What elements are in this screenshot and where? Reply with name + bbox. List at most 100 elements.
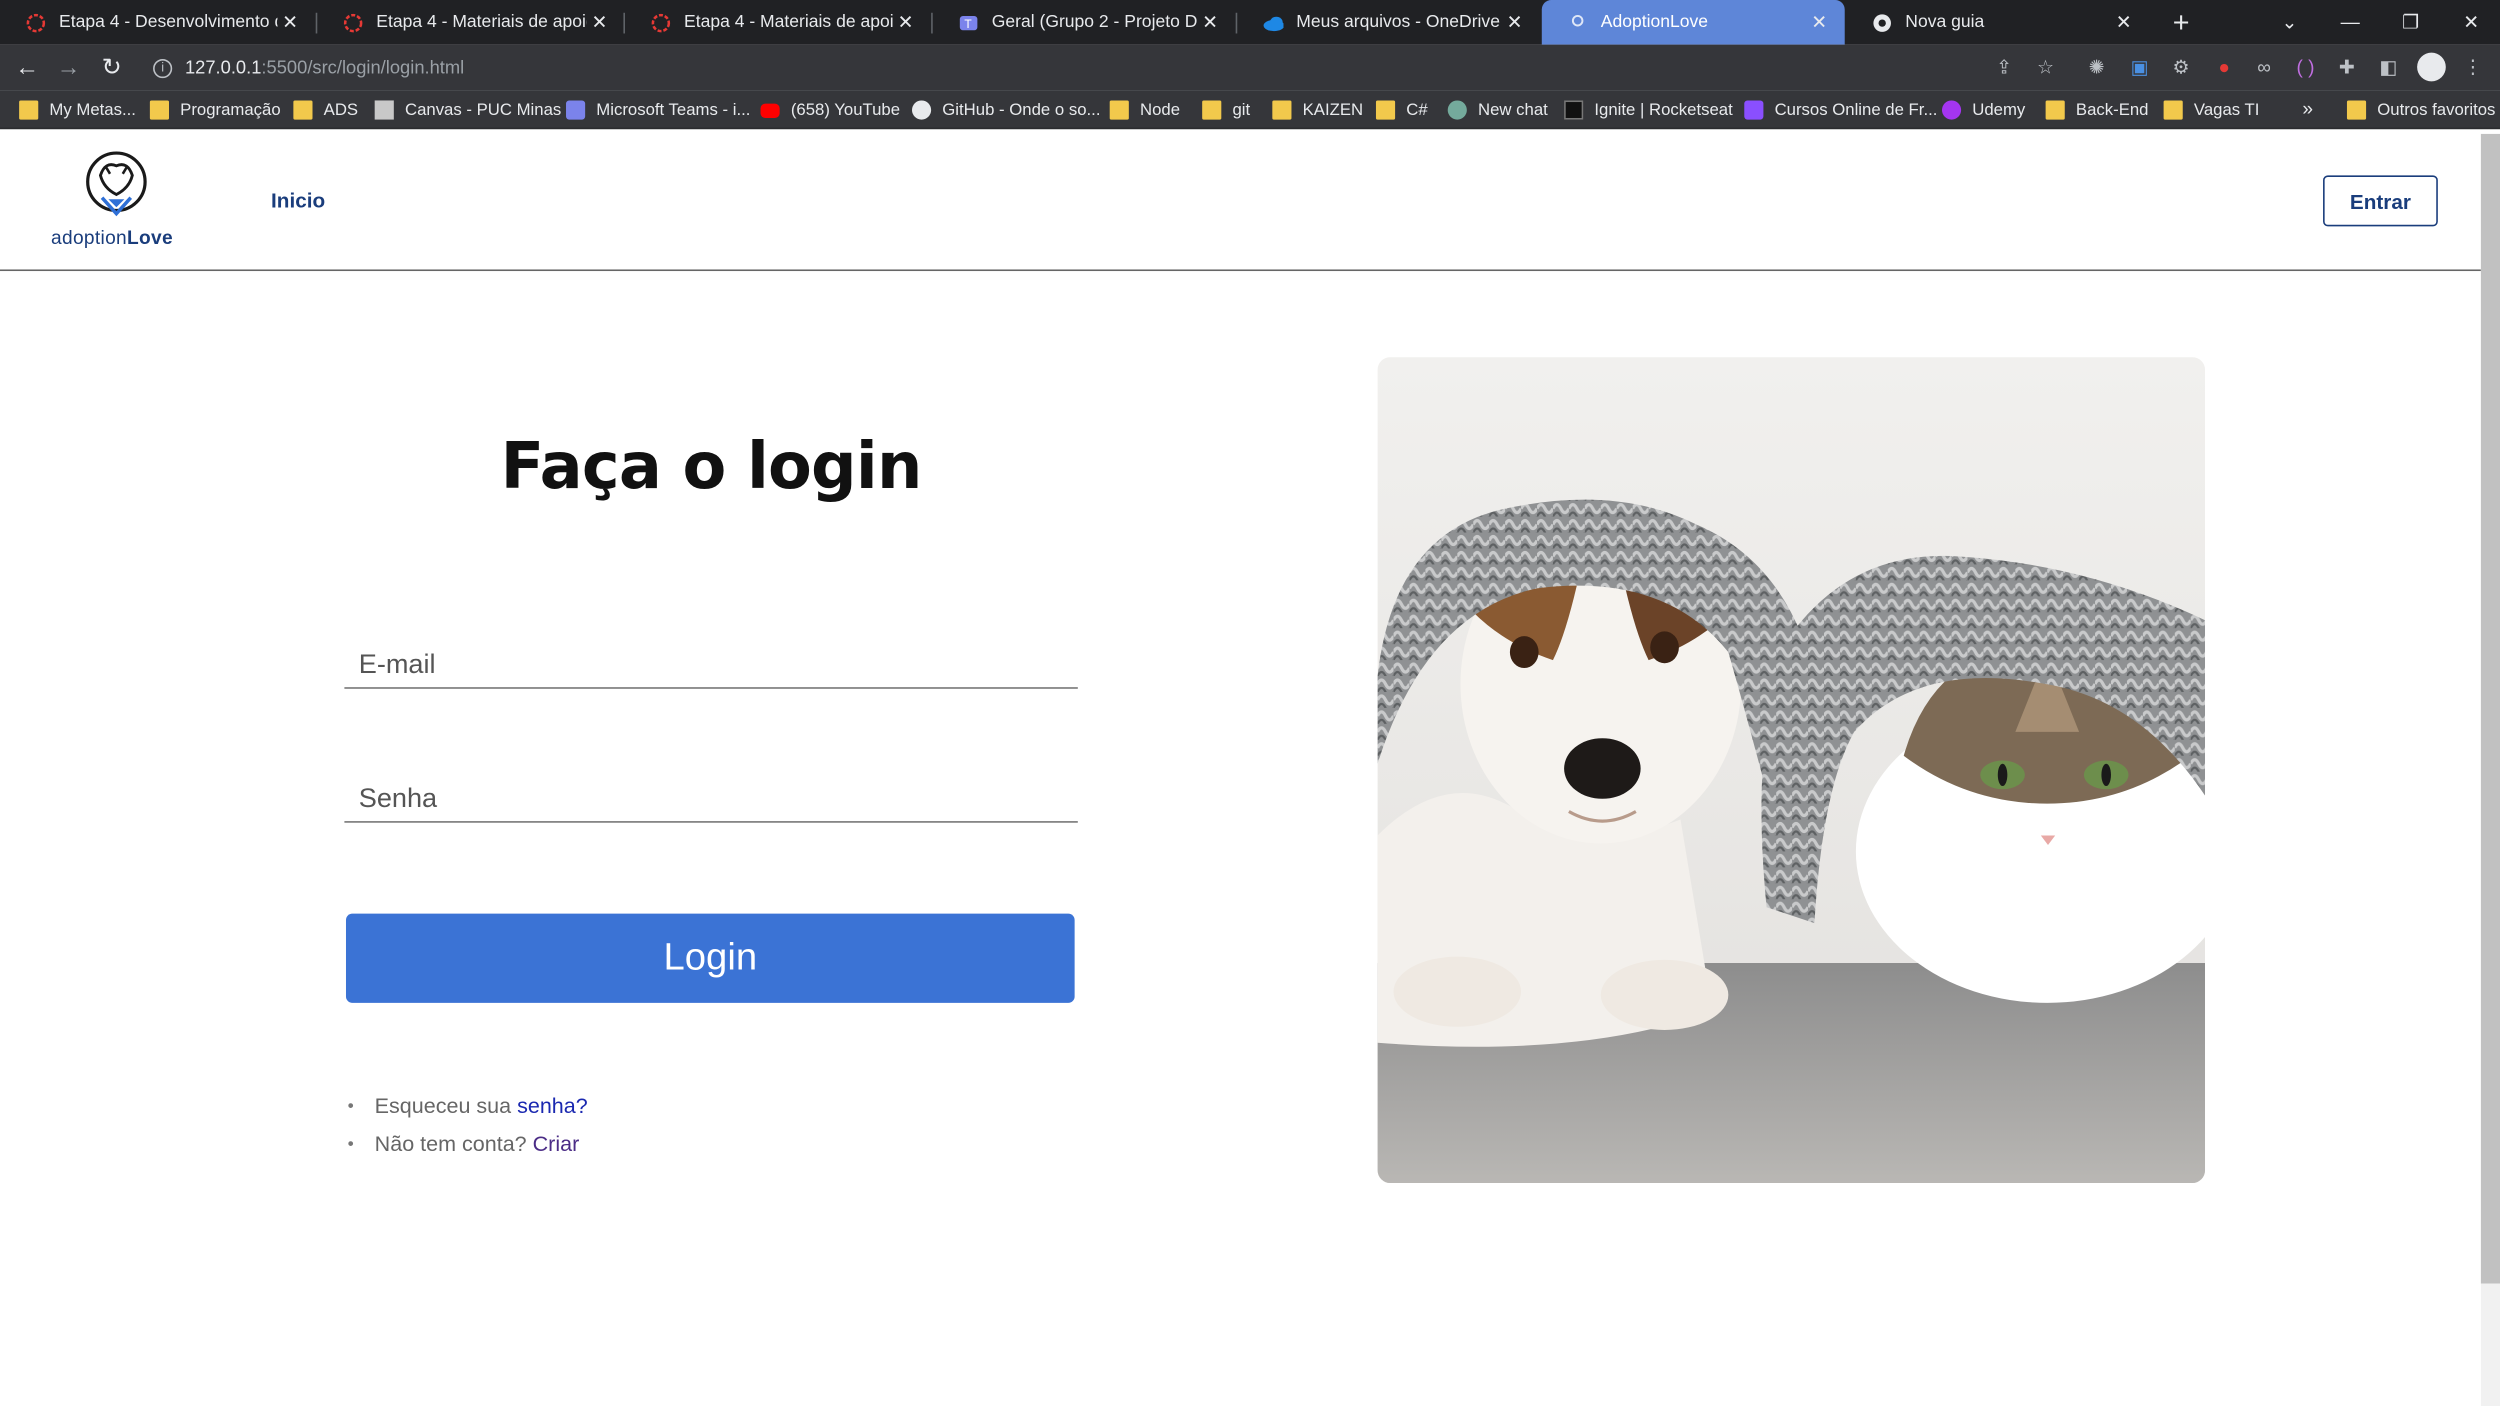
new-tab-button[interactable]: + [2165,6,2197,38]
menu-kebab-icon[interactable]: ⋮ [2462,56,2484,78]
folder-icon [19,100,39,120]
side-panel-icon[interactable]: ◧ [2377,56,2399,78]
password-field[interactable] [344,774,1078,823]
dog-and-cat-photo [1377,357,2206,1184]
chrome-icon [1872,12,1893,33]
svg-text:T: T [964,17,972,30]
browser-tab[interactable]: Etapa 4 - Desenvolvimento da so ✕ [0,0,316,45]
bookmark-item[interactable]: Programação [149,97,281,123]
forgot-password-link[interactable]: senha? [517,1094,588,1118]
onedrive-icon [1263,12,1284,33]
email-field[interactable] [344,640,1078,689]
bookmark-item[interactable]: ADS [293,97,358,123]
bookmark-item[interactable]: Vagas TI [2163,97,2259,123]
folder-icon [2163,100,2183,120]
close-tab-icon[interactable]: ✕ [1502,11,1528,33]
bookmark-item[interactable]: Node [1109,97,1180,123]
translate-icon[interactable]: ▣ [2129,56,2151,78]
bookmark-item[interactable]: Ignite | Rocketseat [1564,97,1733,123]
puc-ring-icon [26,12,47,33]
login-button[interactable]: Login [345,913,1075,1003]
tab-search-icon[interactable]: ⌄ [2261,0,2318,45]
browser-tab-bar: Etapa 4 - Desenvolvimento da so ✕ Etapa … [0,0,2500,45]
canvas-icon [374,100,394,120]
browser-tab-active[interactable]: AdoptionLove ✕ [1541,0,1845,45]
bookmark-item[interactable]: git [1202,97,1250,123]
list-item: Esqueceu sua senha? [348,1092,588,1130]
bookmark-item[interactable]: Canvas - PUC Minas [374,97,561,123]
entrar-button[interactable]: Entrar [2323,175,2438,227]
bookmark-item[interactable]: GitHub - Onde o so... [911,97,1100,123]
openai-icon [1447,100,1467,120]
github-icon [911,100,932,120]
youtube-icon [760,102,780,118]
site-info-icon[interactable]: i [153,58,173,78]
bookmark-item[interactable]: New chat [1447,97,1548,123]
folder-icon [149,100,170,120]
web-page: adoptionLove Inicio Entrar Faça o login … [0,133,2481,1406]
bookmark-item[interactable]: My Metas... [19,97,136,123]
browser-tab[interactable]: Nova guia ✕ [1846,0,2149,45]
teams-icon: T [958,12,979,33]
folder-icon [2045,100,2065,120]
rocketseat-icon [1564,100,1584,120]
close-tab-icon[interactable]: ✕ [277,11,303,33]
browser-tab[interactable]: T Geral (Grupo 2 - Projeto Desenv ✕ [933,0,1236,45]
close-tab-icon[interactable]: ✕ [1197,11,1223,33]
puc-ring-icon [343,12,364,33]
logo-wordmark: adoptionLove [51,226,173,249]
address-bar[interactable]: i 127.0.0.1:5500/src/login/login.html [140,49,2069,86]
page-scrollbar[interactable] [2480,133,2500,1284]
bookmark-item[interactable]: KAIZEN [1272,97,1363,123]
browser-tab[interactable]: Etapa 4 - Materiais de apoio: Ei ✕ [317,0,625,45]
star-icon[interactable]: ☆ [2034,56,2056,78]
close-tab-icon[interactable]: ✕ [1806,11,1832,33]
puzzle-icon[interactable]: ✚ [2336,56,2358,78]
back-icon[interactable]: ← [11,53,43,85]
folder-icon [2346,100,2367,120]
teams-icon [566,100,586,120]
shield-icon [1744,100,1764,120]
reload-icon[interactable]: ↻ [96,53,128,85]
browser-tab[interactable]: Meus arquivos - OneDrive ✕ [1237,0,1540,45]
settings-gear-icon[interactable]: ⚙ [2170,56,2192,78]
restore-icon[interactable]: ❐ [2382,0,2439,45]
bookmarks-bar: My Metas... Programação ADS Canvas - PUC… [0,90,2500,130]
close-tab-icon[interactable]: ✕ [2111,11,2137,33]
extension-icon[interactable]: ( ) [2294,56,2316,78]
bookmark-item[interactable]: (658) YouTube [760,97,900,123]
folder-icon [1375,100,1396,120]
bookmark-item[interactable]: C# [1375,97,1428,123]
share-icon[interactable]: ⇪ [1993,56,2015,78]
site-header: adoptionLove Inicio Entrar [0,133,2481,272]
site-logo[interactable]: adoptionLove [51,150,185,252]
folder-icon [1109,100,1129,120]
bookmark-item[interactable]: Microsoft Teams - i... [566,97,750,123]
folder-icon [1202,100,1222,120]
browser-tab[interactable]: Etapa 4 - Materiais de apoio: Ei ✕ [625,0,931,45]
signup-link[interactable]: Criar [533,1132,580,1156]
list-item: Não tem conta? Criar [348,1130,588,1168]
udemy-icon [1941,100,1962,120]
bookmark-item[interactable]: Back-End [2045,97,2149,123]
extension-icon[interactable]: ✺ [2085,56,2107,78]
folder-icon [293,100,313,120]
browser-toolbar: ← → ↻ i 127.0.0.1:5500/src/login/login.h… [0,44,2500,91]
bookmarks-overflow-icon[interactable]: » [2302,97,2313,119]
other-bookmarks[interactable]: Outros favoritos [2346,97,2495,123]
close-tab-icon[interactable]: ✕ [587,11,613,33]
bookmark-item[interactable]: Cursos Online de Fr... [1744,97,1937,123]
forward-icon[interactable]: → [53,53,85,85]
adoptionlove-icon [1567,12,1588,33]
close-window-icon[interactable]: ✕ [2443,0,2500,45]
minimize-icon[interactable]: — [2321,0,2378,45]
folder-icon [1272,100,1292,120]
page-title: Faça o login [500,430,923,504]
nav-link-inicio[interactable]: Inicio [271,188,325,212]
bookmark-item[interactable]: Udemy [1941,97,2025,123]
help-links: Esqueceu sua senha? Não tem conta? Criar [348,1092,588,1169]
close-tab-icon[interactable]: ✕ [893,11,919,33]
extension-icon[interactable]: ∞ [2253,56,2275,78]
profile-avatar-icon[interactable] [2417,52,2446,82]
extension-icon[interactable]: ● [2213,56,2235,78]
